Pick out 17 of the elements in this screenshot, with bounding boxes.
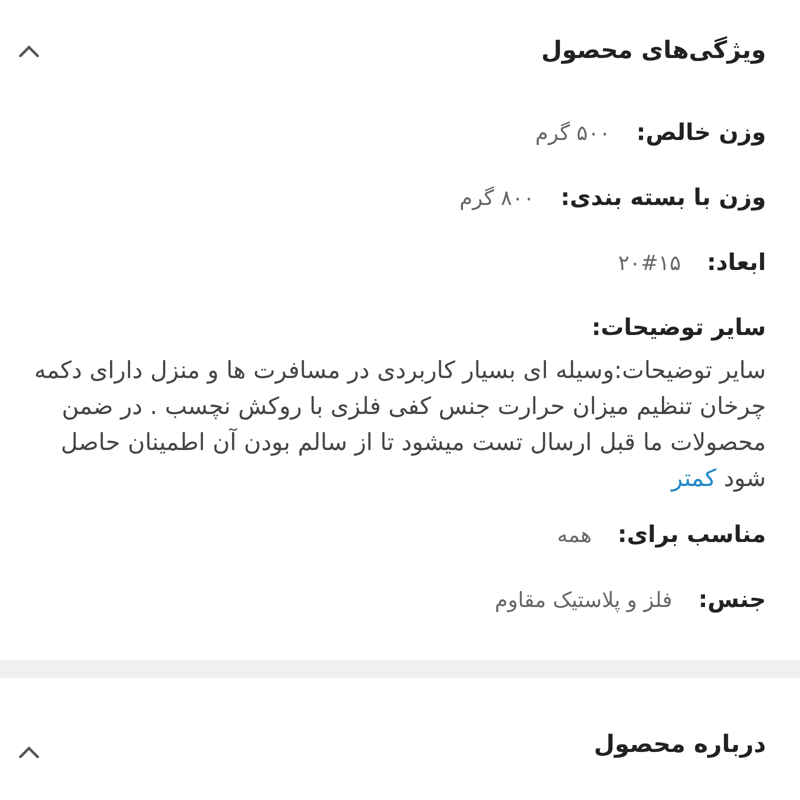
chevron-icon[interactable] (18, 44, 40, 56)
spec-value: ۸۰۰ گرم (459, 186, 535, 210)
spec-value: ۲۰#۱۵ (618, 250, 681, 274)
section-title: ویژگی‌های محصول (541, 36, 766, 64)
spec-label: ابعاد: (706, 250, 766, 276)
spec-label: مناسب برای: (618, 522, 766, 548)
section-title: درباره محصول (594, 730, 766, 758)
spec-label: وزن با بسته بندی: (560, 184, 766, 210)
spec-value: همه (557, 522, 592, 546)
spec-label: جنس: (698, 586, 766, 612)
spec-value: فلز و پلاستیک مقاوم (494, 588, 672, 612)
description-text: سایر توضیحات:وسیله ای بسیار کاربردی در مسافرت ها و منزل دارای دکمه چرخان تنظیم میزان حرارت جنس کفی فلزی با روکش نچسب . در ضمن محصولات ما قبل ارسال تست میشود تا از سالم بودن آن اطمینان حاصل شود کمتر (33, 355, 766, 494)
spec-label: وزن خالص: (636, 120, 766, 146)
spec-value: ۵۰۰ گرم (535, 120, 610, 144)
chevron-icon[interactable] (18, 745, 40, 758)
less-link[interactable]: کمتر (671, 464, 716, 492)
spec-label: سایر توضیحات: (592, 314, 766, 340)
